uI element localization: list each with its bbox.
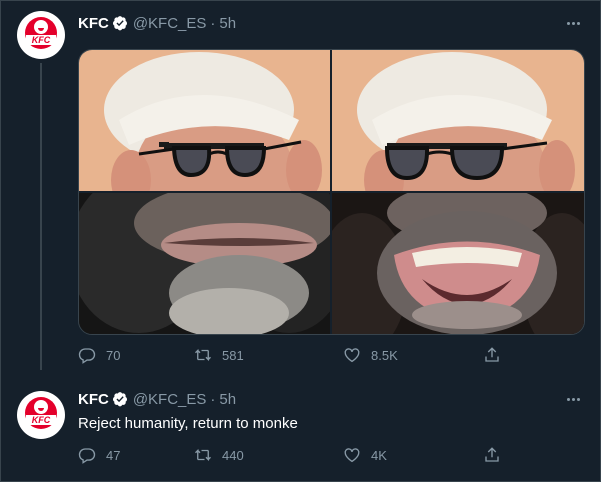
retweet-icon <box>195 348 211 362</box>
tweet-actions: 47 440 4K <box>78 446 518 464</box>
reply-button[interactable]: 47 <box>78 446 120 464</box>
author-handle[interactable]: @KFC_ES <box>133 391 207 408</box>
kfc-logo-icon[interactable]: KFC <box>17 391 65 439</box>
thread-line <box>40 63 42 370</box>
reply-icon <box>78 348 96 364</box>
share-button[interactable] <box>483 446 501 464</box>
retweet-button[interactable]: 440 <box>194 446 244 464</box>
media-image-chimp-right <box>332 193 584 334</box>
share-icon <box>485 447 499 462</box>
share-button[interactable] <box>483 346 501 364</box>
like-button[interactable]: 8.5K <box>343 346 398 364</box>
tweet-media[interactable] <box>78 49 585 335</box>
more-icon[interactable] <box>563 389 583 409</box>
verified-icon <box>112 16 127 31</box>
reply-icon <box>78 448 96 464</box>
avatar-text: KFC <box>26 35 56 45</box>
separator-dot: · <box>210 390 216 408</box>
media-image-colonel-right <box>332 50 584 191</box>
tweet-header: KFC @KFC_ES · 5h <box>78 13 236 33</box>
retweet-count: 581 <box>222 347 244 363</box>
author-name[interactable]: KFC <box>78 391 109 408</box>
like-button[interactable]: 4K <box>343 446 387 464</box>
media-image-chimp-left <box>79 193 330 334</box>
like-icon <box>344 448 360 463</box>
retweet-button[interactable]: 581 <box>194 346 244 364</box>
like-count: 4K <box>371 447 387 463</box>
retweet-icon <box>195 448 211 462</box>
kfc-logo-icon[interactable]: KFC <box>17 11 65 59</box>
avatar-text: KFC <box>26 415 56 425</box>
share-icon <box>485 347 499 362</box>
author-handle[interactable]: @KFC_ES <box>133 15 207 32</box>
verified-icon <box>112 392 127 407</box>
reply-count: 47 <box>106 447 121 463</box>
retweet-count: 440 <box>222 447 244 463</box>
tweet-header: KFC @KFC_ES · 5h <box>78 389 236 409</box>
reply-count: 70 <box>106 347 121 363</box>
separator-dot: · <box>210 14 216 32</box>
author-name[interactable]: KFC <box>78 15 109 32</box>
media-image-colonel-left <box>79 50 330 191</box>
more-icon[interactable] <box>563 13 583 33</box>
reply-button[interactable]: 70 <box>78 346 120 364</box>
like-count: 8.5K <box>371 347 398 363</box>
tweet-time[interactable]: 5h <box>219 15 236 32</box>
tweet-actions: 70 581 8.5K <box>78 346 518 364</box>
tweet-1[interactable]: KFC KFC @KFC_ES · 5h 70 581 8.5K <box>0 0 601 372</box>
tweet-text: Reject humanity, return to monke <box>78 415 298 432</box>
like-icon <box>344 348 360 363</box>
tweet-time[interactable]: 5h <box>219 391 236 408</box>
